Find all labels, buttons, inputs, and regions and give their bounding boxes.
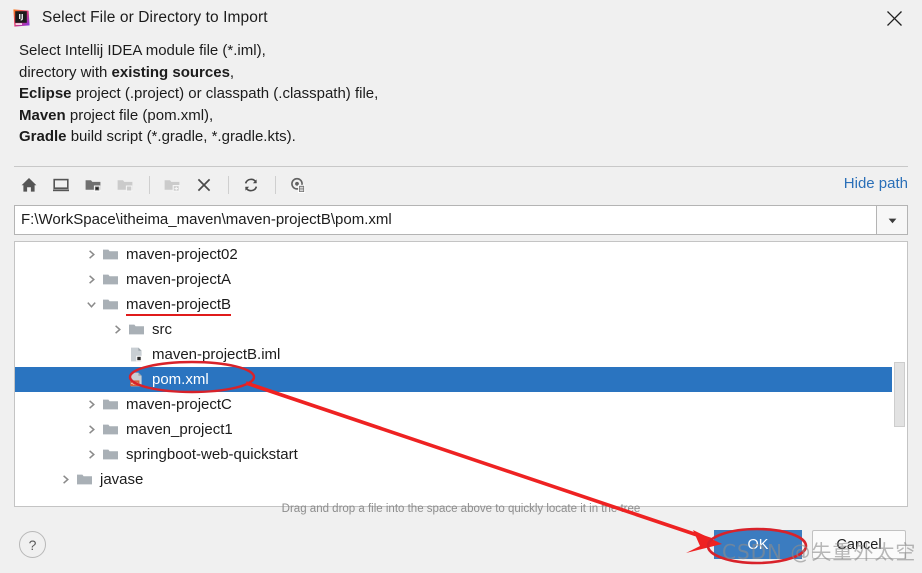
tree-row-label: src bbox=[152, 321, 172, 338]
tree-row-label: pom.xml bbox=[152, 371, 209, 388]
tree-row[interactable]: maven_project1 bbox=[15, 417, 907, 442]
tree-scrollbar[interactable] bbox=[892, 242, 907, 506]
description-line-3-rest: project (.project) or classpath (.classp… bbox=[71, 85, 379, 102]
file-tree[interactable]: maven-project02 maven-projectA maven-proje… bbox=[14, 241, 908, 507]
path-input[interactable]: F:\WorkSpace\itheima_maven\maven-project… bbox=[14, 205, 876, 235]
tree-row[interactable]: springboot-web-quickstart bbox=[15, 442, 907, 467]
folder-icon bbox=[102, 271, 119, 288]
folder-icon bbox=[102, 421, 119, 438]
toolbar-separator-1 bbox=[149, 176, 150, 194]
iml-file-icon bbox=[128, 346, 145, 363]
tree-row-label: maven-projectA bbox=[126, 271, 232, 288]
toolbar-separator-2 bbox=[228, 176, 229, 194]
description-line-3: Eclipse project (.project) or classpath … bbox=[19, 83, 659, 105]
tree-row-label: springboot-web-quickstart bbox=[126, 446, 298, 463]
cancel-button[interactable]: Cancel bbox=[812, 530, 906, 559]
tree-row-label: maven-projectB.iml bbox=[152, 346, 281, 363]
red-underline-annotation bbox=[126, 314, 232, 316]
refresh-icon[interactable] bbox=[236, 170, 266, 200]
chevron-right-icon[interactable] bbox=[83, 422, 99, 438]
show-hidden-icon[interactable] bbox=[283, 170, 313, 200]
chevron-right-icon[interactable] bbox=[109, 322, 125, 338]
folder-up-icon[interactable] bbox=[78, 170, 108, 200]
tree-row[interactable]: maven-projectB.iml bbox=[15, 342, 907, 367]
description-maven-keyword: Maven bbox=[19, 106, 66, 124]
tree-row[interactable]: maven-projectA bbox=[15, 267, 907, 292]
folder-icon bbox=[102, 446, 119, 463]
description-line-2-prefix: directory with bbox=[19, 63, 112, 81]
svg-text:<>: <> bbox=[131, 381, 139, 387]
home-icon[interactable] bbox=[14, 170, 44, 200]
folder-icon bbox=[128, 321, 145, 338]
chevron-right-icon[interactable] bbox=[83, 447, 99, 463]
help-button[interactable]: ? bbox=[19, 531, 46, 558]
description-line-2-suffix: , bbox=[229, 63, 235, 81]
description-line-1-text: Select Intellij IDEA module file (*.iml)… bbox=[19, 42, 266, 59]
tree-row[interactable]: maven-projectC bbox=[15, 392, 907, 417]
intellij-idea-icon: IJ bbox=[11, 8, 31, 28]
toolbar-separator-3 bbox=[275, 176, 276, 194]
description-eclipse-keyword: Eclipse bbox=[19, 85, 72, 102]
tree-scrollbar-thumb[interactable] bbox=[894, 362, 905, 427]
description-line-2: directory with existing sources, bbox=[19, 62, 659, 84]
tree-row[interactable]: maven-projectB bbox=[15, 292, 907, 317]
page-title: Select File or Directory to Import bbox=[42, 9, 268, 26]
chevron-right-icon[interactable] bbox=[83, 247, 99, 263]
tree-row[interactable]: <> pom.xml bbox=[15, 367, 907, 392]
folder-icon bbox=[102, 246, 119, 263]
chevron-right-icon[interactable] bbox=[57, 472, 73, 488]
tree-row[interactable]: src bbox=[15, 317, 907, 342]
tree-row-label: maven_project1 bbox=[126, 421, 233, 438]
close-icon[interactable] bbox=[866, 0, 922, 36]
tree-row-label: maven-projectB bbox=[126, 296, 232, 316]
description-line-1: Select Intellij IDEA module file (*.iml)… bbox=[19, 40, 659, 62]
description-line-5-rest: build script (*.gradle, *.gradle.kts). bbox=[66, 128, 296, 145]
file-toolbar: Hide path bbox=[14, 167, 908, 203]
folder-icon bbox=[102, 296, 119, 313]
title-bar: IJ Select File or Directory to Import bbox=[0, 0, 922, 36]
tree-row-label: javase bbox=[100, 471, 144, 488]
tree-row-label: maven-projectC bbox=[126, 396, 232, 413]
path-row: F:\WorkSpace\itheima_maven\maven-project… bbox=[14, 205, 908, 235]
chevron-right-icon[interactable] bbox=[83, 397, 99, 413]
tree-row-label: maven-project02 bbox=[126, 246, 238, 263]
dialog-description: Select Intellij IDEA module file (*.iml)… bbox=[19, 40, 659, 148]
description-gradle-keyword: Gradle bbox=[19, 128, 67, 145]
description-line-4-rest: project file (pom.xml), bbox=[65, 106, 214, 124]
tree-row[interactable]: javase bbox=[15, 467, 907, 492]
description-existing-sources: existing sources bbox=[111, 63, 230, 81]
description-line-4: Maven project file (pom.xml), bbox=[19, 105, 659, 127]
xml-file-icon: <> bbox=[128, 371, 145, 388]
folder-icon bbox=[76, 471, 93, 488]
chevron-right-icon[interactable] bbox=[83, 272, 99, 288]
folder-icon bbox=[102, 396, 119, 413]
desktop-icon[interactable] bbox=[46, 170, 76, 200]
svg-text:IJ: IJ bbox=[19, 13, 24, 21]
folder-icon bbox=[110, 170, 140, 200]
import-file-dialog: IJ Select File or Directory to Import Se… bbox=[0, 0, 922, 573]
tree-row[interactable]: maven-project02 bbox=[15, 242, 907, 267]
chevron-down-icon[interactable] bbox=[876, 205, 908, 235]
description-line-5: Gradle build script (*.gradle, *.gradle.… bbox=[19, 126, 659, 148]
drag-drop-hint: Drag and drop a file into the space abov… bbox=[281, 503, 641, 515]
ok-button[interactable]: OK bbox=[714, 530, 802, 559]
new-folder-icon bbox=[157, 170, 187, 200]
delete-icon[interactable] bbox=[189, 170, 219, 200]
hide-path-link[interactable]: Hide path bbox=[844, 175, 908, 192]
chevron-down-icon[interactable] bbox=[83, 297, 99, 313]
